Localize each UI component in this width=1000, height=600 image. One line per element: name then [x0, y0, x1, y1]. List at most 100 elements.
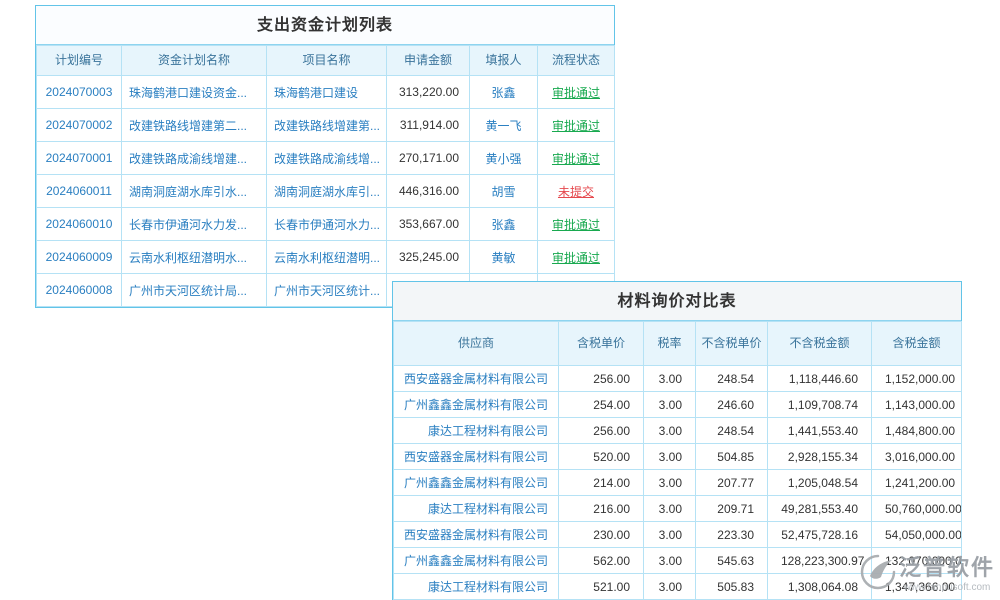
column-header-tax-price: 含税单价 — [559, 322, 644, 366]
page: 支出资金计划列表 计划编号 资金计划名称 项目名称 申请金额 填报人 流程状态 — [0, 0, 1000, 600]
fund-plan-name-link[interactable]: 改建铁路成渝线增建... — [129, 152, 247, 166]
tax-price-value: 216.00 — [559, 496, 644, 522]
net-price-value: 246.60 — [696, 392, 768, 418]
tax-rate-value: 3.00 — [644, 444, 696, 470]
apply-amount-value: 353,667.00 — [387, 208, 470, 241]
tax-price-value: 256.00 — [559, 418, 644, 444]
supplier-link[interactable]: 西安盛器金属材料有限公司 — [404, 450, 548, 464]
column-header-plan-id: 计划编号 — [37, 46, 122, 76]
tax-amount-value: 1,152,000.00 — [872, 366, 962, 392]
project-name-link[interactable]: 广州市天河区统计... — [274, 284, 380, 298]
tax-amount-value: 1,241,200.00 — [872, 470, 962, 496]
tax-price-value: 230.00 — [559, 522, 644, 548]
watermark-text: 泛普软件 www.fanpusoft.com — [899, 556, 995, 592]
net-price-value: 504.85 — [696, 444, 768, 470]
tax-price-value: 520.00 — [559, 444, 644, 470]
column-header-tax-rate: 税率 — [644, 322, 696, 366]
status-badge[interactable]: 未提交 — [558, 185, 594, 199]
net-price-value: 248.54 — [696, 366, 768, 392]
supplier-link[interactable]: 西安盛器金属材料有限公司 — [404, 528, 548, 542]
plan-grid: 计划编号 资金计划名称 项目名称 申请金额 填报人 流程状态 202407000… — [36, 45, 615, 307]
column-header-filler: 填报人 — [470, 46, 538, 76]
fund-plan-name-link[interactable]: 广州市天河区统计局... — [129, 284, 247, 298]
column-header-supplier: 供应商 — [394, 322, 559, 366]
status-badge[interactable]: 审批通过 — [552, 119, 600, 133]
project-name-link[interactable]: 长春市伊通河水力... — [274, 218, 380, 232]
plan-id-link[interactable]: 2024070003 — [46, 85, 113, 99]
tax-rate-value: 3.00 — [644, 548, 696, 574]
net-price-value: 248.54 — [696, 418, 768, 444]
apply-amount-value: 313,220.00 — [387, 76, 470, 109]
net-amount-value: 1,118,446.60 — [768, 366, 872, 392]
column-header-apply-amount: 申请金额 — [387, 46, 470, 76]
tax-amount-value: 1,484,800.00 — [872, 418, 962, 444]
net-price-value: 207.77 — [696, 470, 768, 496]
project-name-link[interactable]: 改建铁路线增建第... — [274, 119, 380, 133]
supplier-link[interactable]: 康达工程材料有限公司 — [428, 502, 548, 516]
material-table-title: 材料询价对比表 — [393, 282, 961, 321]
tax-price-value: 214.00 — [559, 470, 644, 496]
status-badge[interactable]: 审批通过 — [552, 251, 600, 265]
supplier-link[interactable]: 广州鑫鑫金属材料有限公司 — [404, 554, 548, 568]
table-row: 康达工程材料有限公司 216.00 3.00 209.71 49,281,553… — [394, 496, 962, 522]
project-name-link[interactable]: 珠海鹤港口建设 — [274, 86, 358, 100]
filler-link[interactable]: 黄敏 — [491, 251, 515, 265]
net-amount-value: 1,109,708.74 — [768, 392, 872, 418]
table-row: 2024060011 湖南洞庭湖水库引水... 湖南洞庭湖水库引... 446,… — [37, 175, 615, 208]
supplier-link[interactable]: 西安盛器金属材料有限公司 — [404, 372, 548, 386]
plan-id-link[interactable]: 2024070002 — [46, 118, 113, 132]
supplier-link[interactable]: 康达工程材料有限公司 — [428, 424, 548, 438]
project-name-link[interactable]: 改建铁路成渝线增... — [274, 152, 380, 166]
tax-price-value: 521.00 — [559, 574, 644, 600]
net-price-value: 209.71 — [696, 496, 768, 522]
column-header-fund-plan-name: 资金计划名称 — [122, 46, 267, 76]
plan-id-link[interactable]: 2024060011 — [46, 184, 112, 198]
status-badge[interactable]: 审批通过 — [552, 152, 600, 166]
filler-link[interactable]: 黄一飞 — [485, 119, 521, 133]
project-name-link[interactable]: 云南水利枢纽潜明... — [274, 251, 380, 265]
filler-link[interactable]: 胡雪 — [491, 185, 515, 199]
apply-amount-value: 446,316.00 — [387, 175, 470, 208]
fund-plan-name-link[interactable]: 云南水利枢纽潜明水... — [129, 251, 247, 265]
table-row: 广州鑫鑫金属材料有限公司 254.00 3.00 246.60 1,109,70… — [394, 392, 962, 418]
filler-link[interactable]: 黄小强 — [485, 152, 521, 166]
filler-link[interactable]: 张鑫 — [491, 218, 515, 232]
plan-id-link[interactable]: 2024060010 — [46, 217, 113, 231]
net-amount-value: 1,441,553.40 — [768, 418, 872, 444]
fund-plan-name-link[interactable]: 湖南洞庭湖水库引水... — [129, 185, 247, 199]
apply-amount-value: 311,914.00 — [387, 109, 470, 142]
tax-rate-value: 3.00 — [644, 574, 696, 600]
project-name-link[interactable]: 湖南洞庭湖水库引... — [274, 185, 380, 199]
plan-id-link[interactable]: 2024070001 — [46, 151, 113, 165]
fund-plan-name-link[interactable]: 长春市伊通河水力发... — [129, 218, 247, 232]
net-price-value: 545.63 — [696, 548, 768, 574]
plan-id-link[interactable]: 2024060009 — [46, 250, 113, 264]
status-badge[interactable]: 审批通过 — [552, 218, 600, 232]
net-amount-value: 128,223,300.97 — [768, 548, 872, 574]
tax-amount-value: 3,016,000.00 — [872, 444, 962, 470]
material-header-row: 供应商 含税单价 税率 不含税单价 不含税金额 含税金额 — [394, 322, 962, 366]
watermark: 泛普软件 www.fanpusoft.com — [860, 554, 995, 595]
supplier-link[interactable]: 康达工程材料有限公司 — [428, 580, 548, 594]
net-amount-value: 49,281,553.40 — [768, 496, 872, 522]
supplier-link[interactable]: 广州鑫鑫金属材料有限公司 — [404, 476, 548, 490]
fund-plan-name-link[interactable]: 改建铁路线增建第二... — [129, 119, 247, 133]
table-row: 2024070003 珠海鹤港口建设资金... 珠海鹤港口建设 313,220.… — [37, 76, 615, 109]
column-header-tax-amount: 含税金额 — [872, 322, 962, 366]
table-row: 2024070002 改建铁路线增建第二... 改建铁路线增建第... 311,… — [37, 109, 615, 142]
column-header-net-amount: 不含税金额 — [768, 322, 872, 366]
tax-rate-value: 3.00 — [644, 366, 696, 392]
material-inquiry-table: 材料询价对比表 供应商 含税单价 税率 不含税单价 不含税金额 含税金额 — [392, 281, 962, 600]
filler-link[interactable]: 张鑫 — [491, 86, 515, 100]
table-row: 西安盛器金属材料有限公司 520.00 3.00 504.85 2,928,15… — [394, 444, 962, 470]
tax-price-value: 254.00 — [559, 392, 644, 418]
net-price-value: 505.83 — [696, 574, 768, 600]
table-row: 2024060009 云南水利枢纽潜明水... 云南水利枢纽潜明... 325,… — [37, 241, 615, 274]
net-amount-value: 52,475,728.16 — [768, 522, 872, 548]
status-badge[interactable]: 审批通过 — [552, 86, 600, 100]
supplier-link[interactable]: 广州鑫鑫金属材料有限公司 — [404, 398, 548, 412]
fund-plan-name-link[interactable]: 珠海鹤港口建设资金... — [129, 86, 247, 100]
plan-header-row: 计划编号 资金计划名称 项目名称 申请金额 填报人 流程状态 — [37, 46, 615, 76]
column-header-net-price: 不含税单价 — [696, 322, 768, 366]
plan-id-link[interactable]: 2024060008 — [46, 283, 113, 297]
